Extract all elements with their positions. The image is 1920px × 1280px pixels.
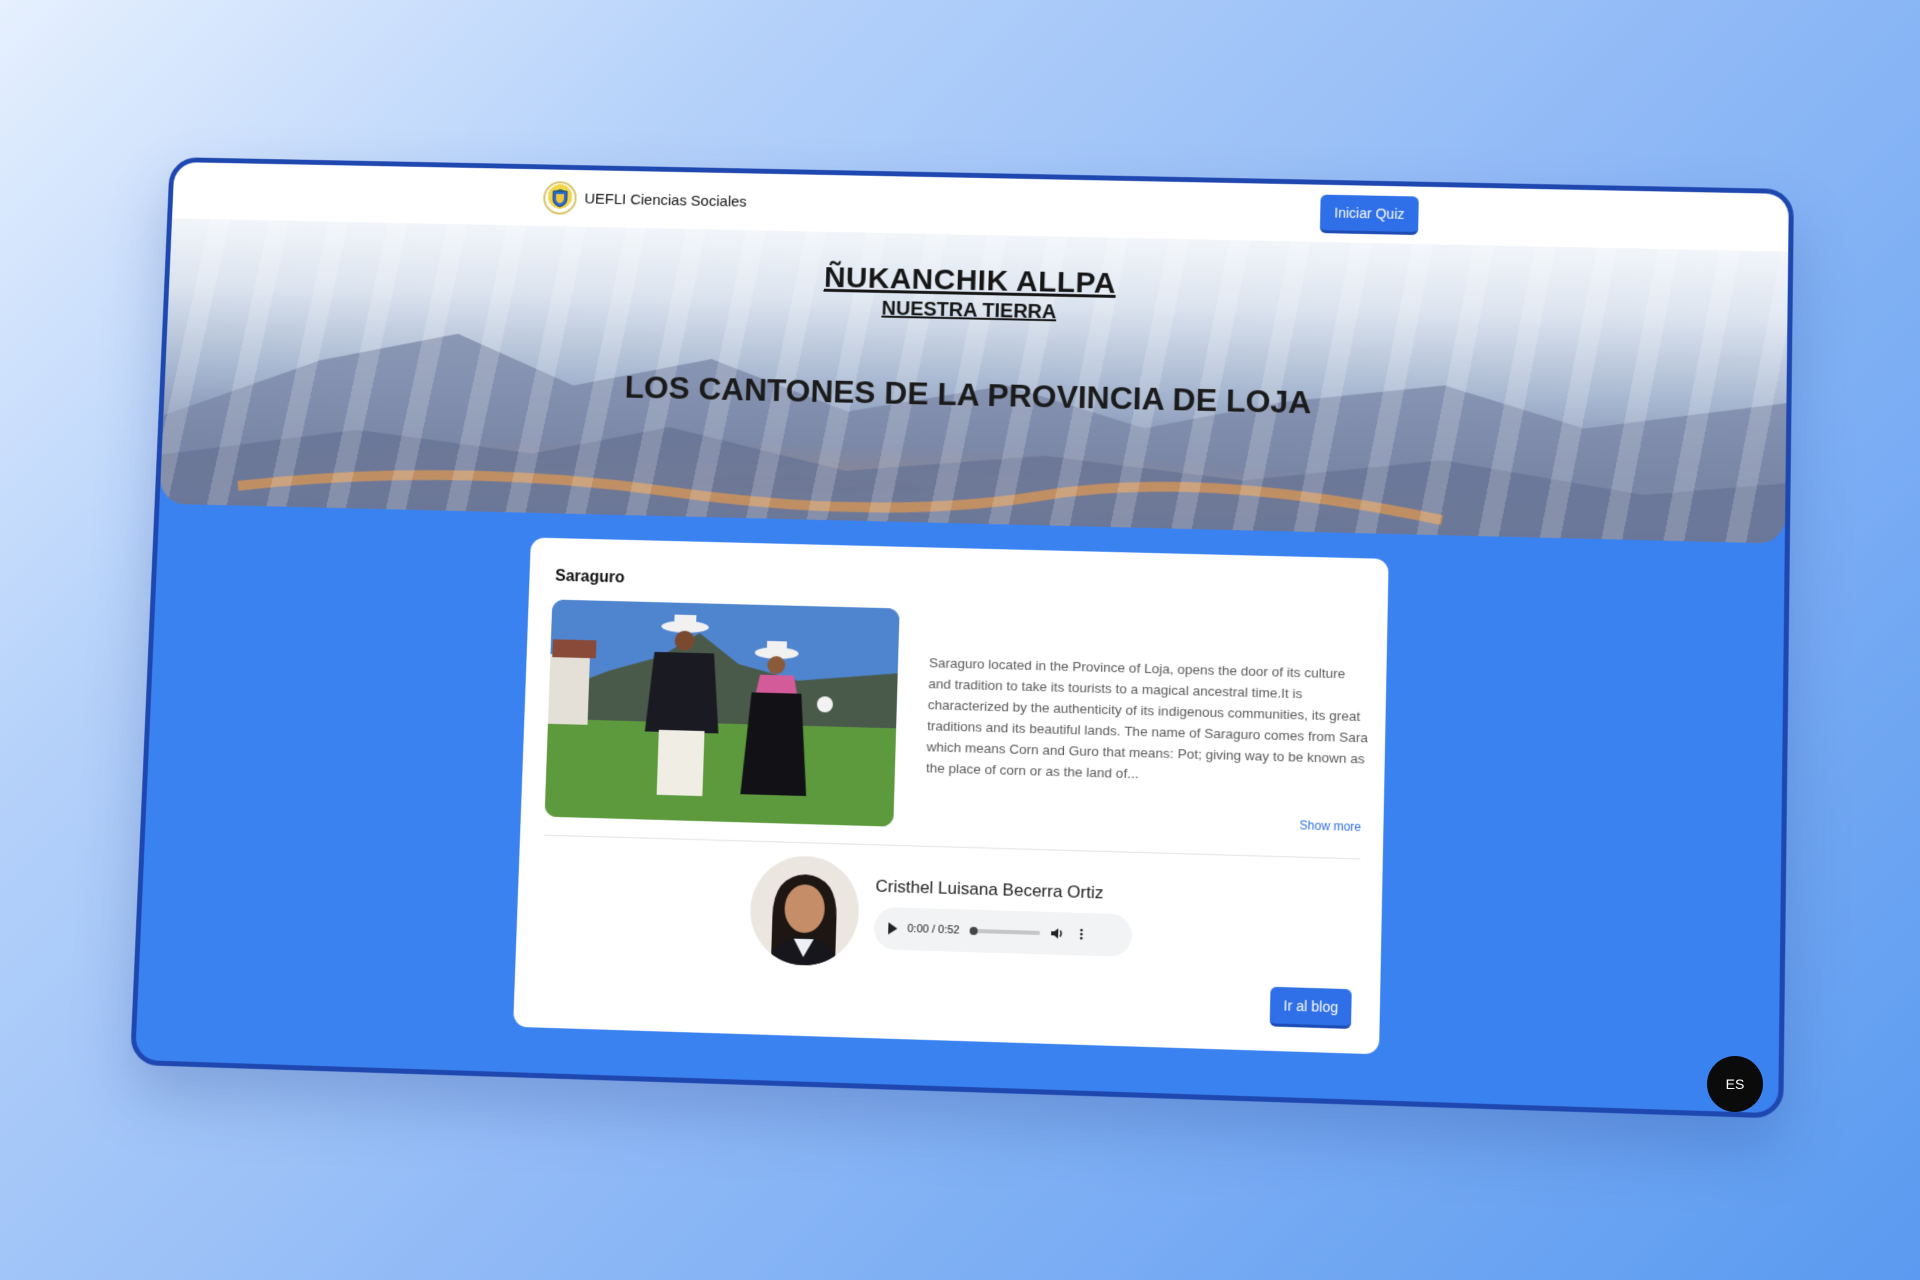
play-icon[interactable] <box>888 922 898 935</box>
volume-icon[interactable] <box>1050 926 1064 941</box>
brand-name: UEFLI Ciencias Sociales <box>584 190 747 211</box>
start-quiz-button[interactable]: Iniciar Quiz <box>1319 194 1419 236</box>
author-row: Cristhel Luisana Becerra Ortiz 0:00 / 0:… <box>748 854 1134 976</box>
brand[interactable]: UEFLI Ciencias Sociales <box>542 181 747 218</box>
author-info: Cristhel Luisana Becerra Ortiz 0:00 / 0:… <box>873 876 1133 958</box>
canton-description: Saraguro located in the Province of Loja… <box>925 655 1369 782</box>
language-toggle-button[interactable]: ES <box>1707 1056 1763 1112</box>
audio-progress-bar[interactable] <box>969 926 1041 936</box>
show-more-link[interactable]: Show more <box>1299 818 1361 834</box>
more-vert-icon[interactable] <box>1074 927 1088 942</box>
go-to-blog-button[interactable]: Ir al blog <box>1269 986 1352 1029</box>
canton-photo <box>544 599 900 827</box>
author-avatar <box>748 854 861 967</box>
canton-title: Saraguro <box>554 567 625 587</box>
audio-time: 0:00 / 0:52 <box>907 922 960 937</box>
hero-banner: ÑUKANCHIK ALLPA NUESTRA TIERRA LOS CANTO… <box>159 210 1789 544</box>
author-name: Cristhel Luisana Becerra Ortiz <box>875 876 1104 903</box>
browser-frame: UEFLI Ciencias Sociales Iniciar Quiz ÑUK… <box>129 157 1794 1119</box>
canton-card: Saraguro Saraguro located in the Provinc… <box>513 537 1389 1055</box>
school-crest-icon <box>542 181 578 215</box>
audio-progress-thumb[interactable] <box>969 926 978 936</box>
divider <box>543 834 1361 860</box>
audio-player[interactable]: 0:00 / 0:52 <box>873 906 1133 958</box>
